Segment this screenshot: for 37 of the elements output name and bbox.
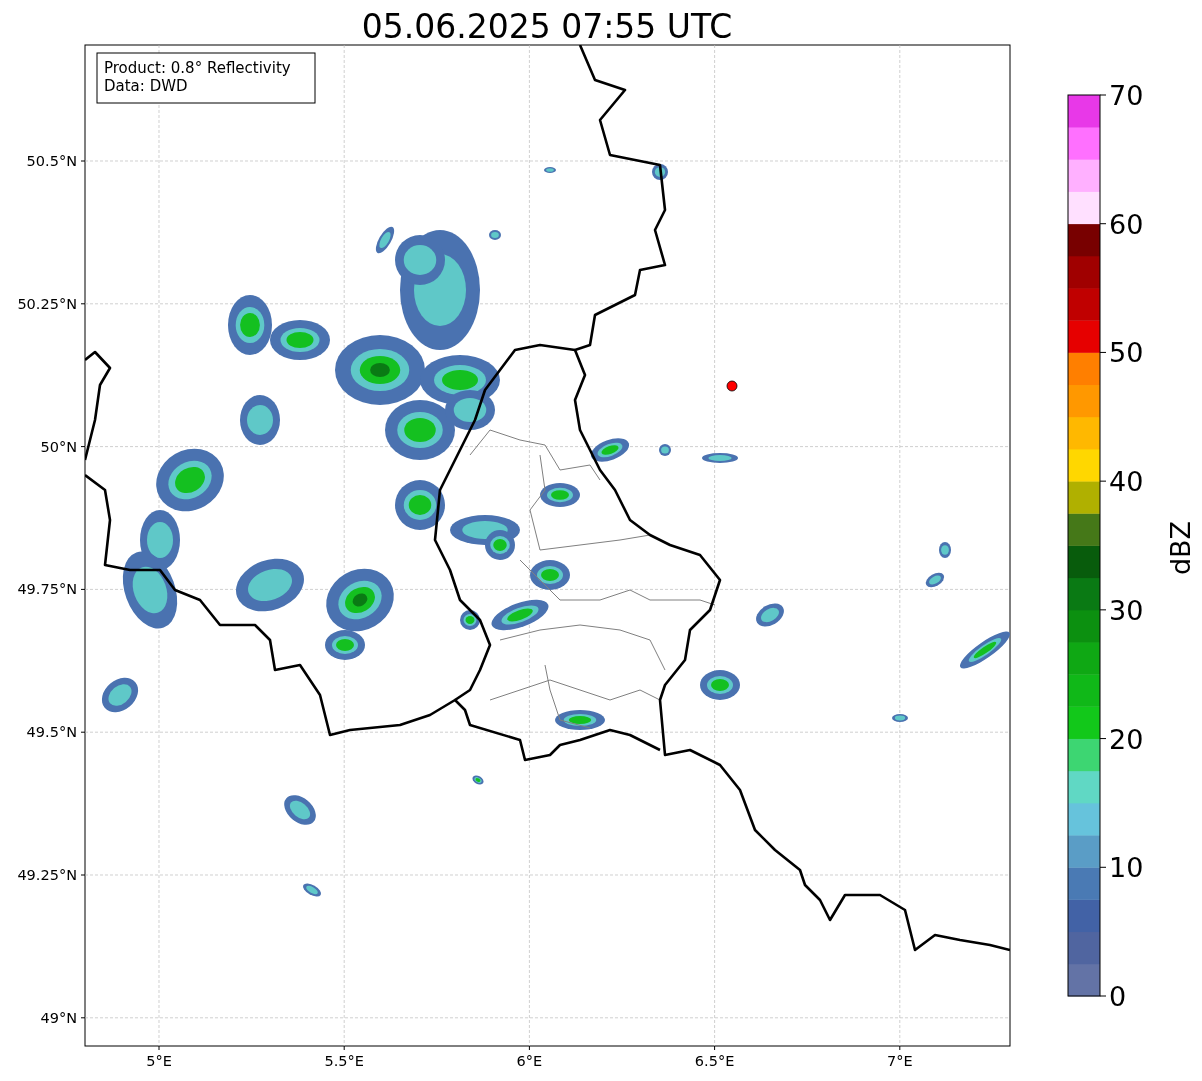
- tick-mark: [899, 1045, 901, 1051]
- axis-tick-label: 49.25°N: [17, 867, 77, 883]
- axis-tick-label: 49°N: [40, 1009, 77, 1026]
- tick-mark: [158, 1045, 160, 1051]
- tick-mark: [714, 1045, 716, 1051]
- tick-mark: [80, 160, 86, 162]
- axis-tick-label: 7°E: [887, 1053, 913, 1069]
- colorbar-label: dBZ: [1165, 520, 1196, 576]
- colorbar-tick-label: 30: [1109, 594, 1144, 626]
- annotation-line: Data: DWD: [104, 77, 188, 95]
- tick-mark: [343, 1045, 345, 1051]
- colorbar-tick-label: 60: [1109, 208, 1144, 240]
- axis-tick-label: 50°N: [40, 438, 77, 455]
- colorbar-tick-label: 10: [1109, 852, 1144, 884]
- tick-mark: [80, 874, 86, 876]
- station-marker: [726, 380, 738, 392]
- axis-tick-label: 49.75°N: [17, 581, 77, 598]
- tick-mark: [80, 446, 86, 448]
- chart-title: 05.06.2025 07:55 UTC: [361, 7, 733, 46]
- axis-tick-label: 50.25°N: [17, 295, 77, 312]
- colorbar-tick-label: 20: [1109, 723, 1144, 755]
- tick-mark: [528, 1045, 530, 1051]
- colorbar-tick-label: 70: [1109, 80, 1144, 111]
- colorbar-tick-label: 0: [1109, 981, 1127, 1012]
- axis-tick-label: 5°E: [146, 1053, 172, 1069]
- axis-tick-label: 5.5°E: [324, 1053, 364, 1069]
- axis-tick-label: 50.5°N: [26, 153, 77, 169]
- annotation-line: Product: 0.8° Reflectivity: [104, 59, 291, 77]
- axis-tick-label: 6.5°E: [694, 1053, 735, 1069]
- colorbar-tick-label: 40: [1109, 466, 1144, 498]
- tick-mark: [80, 1017, 86, 1019]
- tick-mark: [80, 303, 86, 305]
- tick-mark: [80, 731, 86, 733]
- axis-tick-label: 49.5°N: [26, 724, 77, 741]
- tick-mark: [80, 588, 86, 590]
- axis-tick-label: 6°E: [516, 1053, 543, 1069]
- colorbar-tick-label: 50: [1109, 337, 1144, 369]
